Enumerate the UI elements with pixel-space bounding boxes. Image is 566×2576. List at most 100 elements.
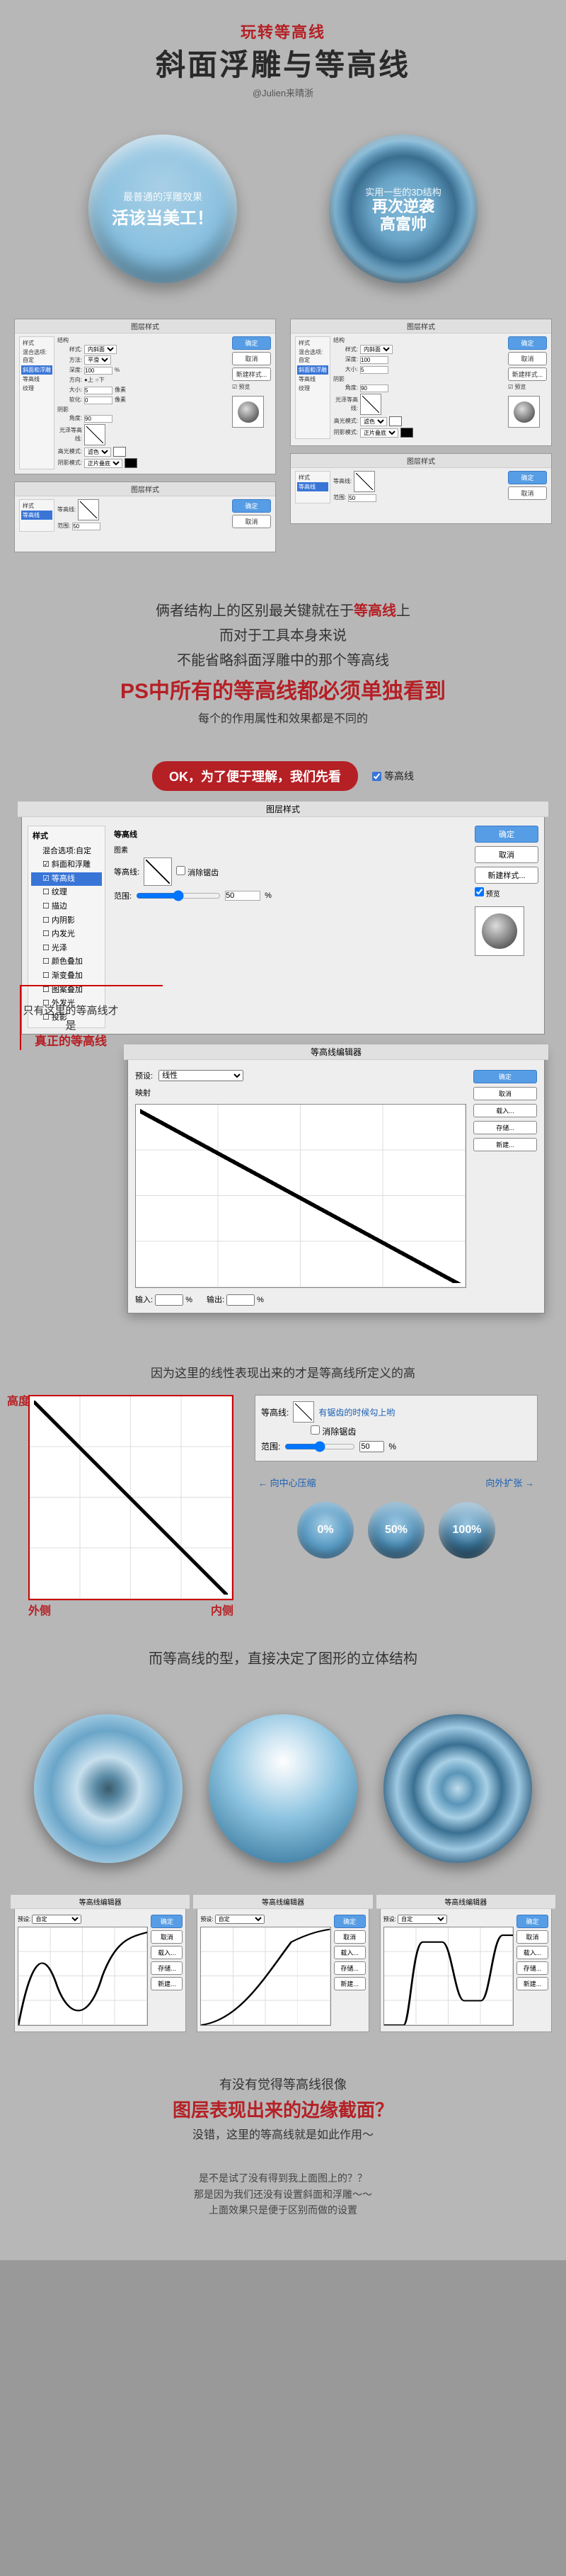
new-style-button[interactable]: 新建样式... [475,867,538,884]
styles-list[interactable]: 样式 混合选项:自定 ☑ 斜面和浮雕 ☑ 等高线 ☐ 纹理 ☐ 描边 ☐ 内阴影… [28,826,105,1028]
contour-checkbox[interactable]: 等高线 [372,769,414,783]
list-item-contour-selected[interactable]: ☑ 等高线 [31,872,102,887]
curve-graph-3[interactable] [383,1927,514,2026]
contour-thumb[interactable] [354,471,375,492]
ok-button[interactable]: 确定 [473,1070,537,1083]
load-button[interactable]: 载入... [516,1946,548,1959]
save-button[interactable]: 存储... [334,1961,366,1975]
list-item[interactable]: ☐ 渐变叠加 [31,969,102,984]
preview-check[interactable]: 预览 [475,887,538,899]
contour-curve-graph[interactable] [135,1104,466,1288]
ok-button[interactable]: 确定 [475,826,538,843]
checkbox-input[interactable] [372,772,381,781]
soften-input[interactable] [84,397,112,404]
cancel-button[interactable]: 取消 [508,352,547,365]
ok-button[interactable]: 确定 [508,471,547,484]
antialias-check[interactable]: 消除锯齿 [176,866,219,878]
load-button[interactable]: 载入... [151,1946,183,1959]
ok-button[interactable]: 确定 [232,499,271,513]
gloss-contour-thumb[interactable] [360,394,381,415]
cancel-button[interactable]: 取消 [475,846,538,863]
list-item[interactable]: ☐ 内发光 [31,928,102,942]
styles-list[interactable]: 样式 混合选项:自定 斜面和浮雕 等高线 纹理 [295,336,330,439]
contour-thumb[interactable] [78,499,99,520]
save-button[interactable]: 存储... [473,1121,537,1134]
range-input[interactable] [72,523,100,530]
depth-input[interactable] [84,367,112,375]
antialias-check[interactable]: 消除锯齿 [311,1425,356,1437]
save-button[interactable]: 存储... [151,1961,183,1975]
list-item[interactable]: 等高线 [297,375,328,384]
style-select[interactable]: 内斜面 [360,345,393,354]
list-item[interactable]: ☐ 图案叠加 [31,984,102,998]
highlight-swatch[interactable] [113,447,126,457]
cancel-button[interactable]: 取消 [232,352,271,365]
range-input[interactable] [348,494,376,502]
styles-list[interactable]: 样式 混合选项:自定 斜面和浮雕 等高线 纹理 [19,336,54,469]
load-button[interactable]: 载入... [334,1946,366,1959]
angle-input[interactable] [84,415,112,423]
cancel-button[interactable]: 取消 [473,1087,537,1100]
new-button[interactable]: 新建... [516,1977,548,1990]
list-item[interactable]: ☐ 描边 [31,900,102,914]
preset-select[interactable]: 自定 [32,1915,81,1924]
list-item-bevel[interactable]: 斜面和浮雕 [21,365,52,375]
depth-input[interactable] [360,356,388,364]
highlight-swatch[interactable] [389,416,402,426]
cancel-button[interactable]: 取消 [516,1930,548,1944]
curve-graph-1[interactable] [18,1927,148,2026]
list-item[interactable]: ☐ 颜色叠加 [31,955,102,969]
output-field[interactable] [226,1294,255,1306]
technique-select[interactable]: 平滑 [84,355,111,365]
new-style-button[interactable]: 新建样式... [232,367,271,381]
highlight-select[interactable]: 滤色 [84,448,111,457]
list-item[interactable]: 纹理 [21,384,52,393]
highlight-select[interactable]: 滤色 [360,417,387,426]
list-item[interactable]: ☑ 斜面和浮雕 [31,858,102,872]
dir-up[interactable]: ●上 [84,376,93,384]
cancel-button[interactable]: 取消 [232,515,271,528]
list-item[interactable]: 等高线 [21,375,52,384]
shadow-swatch[interactable] [400,428,413,438]
preset-select[interactable]: 自定 [398,1915,447,1924]
preset-select[interactable]: 线性 [158,1070,243,1081]
range-input[interactable] [359,1441,384,1452]
range-input[interactable] [225,891,260,901]
list-item[interactable]: ☐ 光泽 [31,942,102,956]
curve-graph-2[interactable] [200,1927,330,2026]
list-item[interactable]: 混合选项:自定 [21,348,52,365]
load-button[interactable]: 载入... [473,1104,537,1117]
input-field[interactable] [155,1294,183,1306]
new-style-button[interactable]: 新建样式... [508,367,547,381]
dir-down[interactable]: ○下 [96,376,105,384]
list-item[interactable]: 纹理 [297,384,328,393]
cancel-button[interactable]: 取消 [334,1930,366,1944]
cancel-button[interactable]: 取消 [151,1930,183,1944]
list-item[interactable]: ☐ 纹理 [31,886,102,900]
style-select[interactable]: 内斜面 [84,345,117,354]
ok-button[interactable]: 确定 [516,1915,548,1928]
range-slider[interactable] [136,890,221,901]
save-button[interactable]: 存储... [516,1961,548,1975]
gloss-contour-thumb[interactable] [84,424,105,445]
angle-input[interactable] [360,384,388,392]
ok-button[interactable]: 确定 [151,1915,183,1928]
shadow-swatch[interactable] [125,458,137,468]
size-input[interactable] [84,387,112,394]
list-item-contour[interactable]: 等高线 [297,482,328,491]
list-item[interactable]: ☐ 内阴影 [31,914,102,928]
cancel-button[interactable]: 取消 [508,486,547,500]
preset-select[interactable]: 自定 [215,1915,265,1924]
ok-button[interactable]: 确定 [508,336,547,350]
styles-list[interactable]: 样式 等高线 [295,471,330,503]
size-input[interactable] [360,366,388,374]
list-item-bevel[interactable]: 斜面和浮雕 [297,365,328,375]
list-item[interactable]: 混合选项:自定 [31,845,102,859]
list-item[interactable]: 混合选项:自定 [297,348,328,365]
ok-button[interactable]: 确定 [334,1915,366,1928]
styles-list[interactable]: 样式 等高线 [19,499,54,532]
new-button[interactable]: 新建... [151,1977,183,1990]
shadow-select[interactable]: 正片叠底 [84,459,122,468]
new-button[interactable]: 新建... [473,1138,537,1151]
shadow-select[interactable]: 正片叠底 [360,428,398,438]
